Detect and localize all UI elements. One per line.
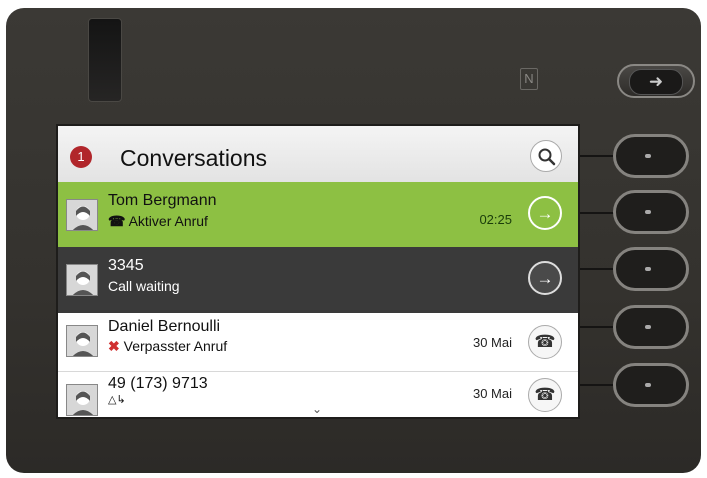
conversations-header: 1 Conversations xyxy=(58,126,578,186)
display-screen: 1 Conversations Tom Bergmann ☎ Aktiver A… xyxy=(56,124,580,419)
list-item-missed-call[interactable]: Daniel Bernoulli ✖ Verpasster Anruf 30 M… xyxy=(58,313,578,372)
call-back-button[interactable]: ☎ xyxy=(528,325,562,359)
arrow-right-icon: → xyxy=(536,204,554,223)
avatar xyxy=(66,325,98,357)
nfc-label: N xyxy=(524,71,534,86)
call-date: 30 Mai xyxy=(472,335,512,350)
notification-badge: 1 xyxy=(70,146,92,168)
softkey-5[interactable] xyxy=(613,363,689,407)
softkey-3[interactable] xyxy=(613,247,689,291)
softkey-connector xyxy=(580,326,614,328)
handset-slot xyxy=(88,18,122,102)
contact-name: Daniel Bernoulli xyxy=(108,318,221,335)
connect-button[interactable]: → xyxy=(528,196,562,230)
forwarded-call-icon: △↳ xyxy=(108,394,126,406)
logout-arrow-icon: ➜ xyxy=(629,69,683,95)
handset-icon: ☎ xyxy=(534,385,556,404)
accept-waiting-button[interactable]: → xyxy=(528,261,562,295)
avatar xyxy=(66,199,98,231)
call-status-label: Call waiting xyxy=(108,278,180,294)
softkey-1[interactable] xyxy=(613,134,689,178)
contact-name: 49 (173) 9713 xyxy=(108,375,208,392)
call-status-label: Aktiver Anruf xyxy=(128,213,208,229)
softkey-connector xyxy=(580,212,614,214)
call-button[interactable]: ☎ xyxy=(528,378,562,412)
list-item-active-call[interactable]: Tom Bergmann ☎ Aktiver Anruf 02:25 → xyxy=(58,182,578,247)
page-title: Conversations xyxy=(120,145,268,171)
search-button[interactable] xyxy=(530,140,562,172)
list-item-call-waiting[interactable]: 3345 Call waiting → xyxy=(58,247,578,313)
call-duration: 02:25 xyxy=(479,212,512,227)
call-status: ☎ Aktiver Anruf xyxy=(108,213,208,230)
softkey-connector xyxy=(580,268,614,270)
nfc-icon: N xyxy=(520,68,538,90)
softkey-connector xyxy=(580,384,614,386)
softkey-connector xyxy=(580,155,614,157)
call-status-label: Verpasster Anruf xyxy=(123,338,228,354)
search-icon xyxy=(538,148,556,166)
logout-button[interactable]: ➜ xyxy=(617,64,695,98)
avatar xyxy=(66,384,98,416)
arrow-right-icon: → xyxy=(536,269,554,288)
missed-call-icon: ✖ xyxy=(108,338,120,354)
softkey-4[interactable] xyxy=(613,305,689,349)
handset-icon: ☎ xyxy=(108,213,126,229)
chevron-down-icon[interactable]: ⌄ xyxy=(312,403,324,415)
avatar xyxy=(66,264,98,296)
call-date: 30 Mai xyxy=(472,386,512,401)
handset-icon: ☎ xyxy=(534,332,556,351)
contact-name: Tom Bergmann xyxy=(108,192,217,209)
softkey-2[interactable] xyxy=(613,190,689,234)
call-status: ✖ Verpasster Anruf xyxy=(108,338,227,355)
contact-name: 3345 xyxy=(108,257,144,274)
